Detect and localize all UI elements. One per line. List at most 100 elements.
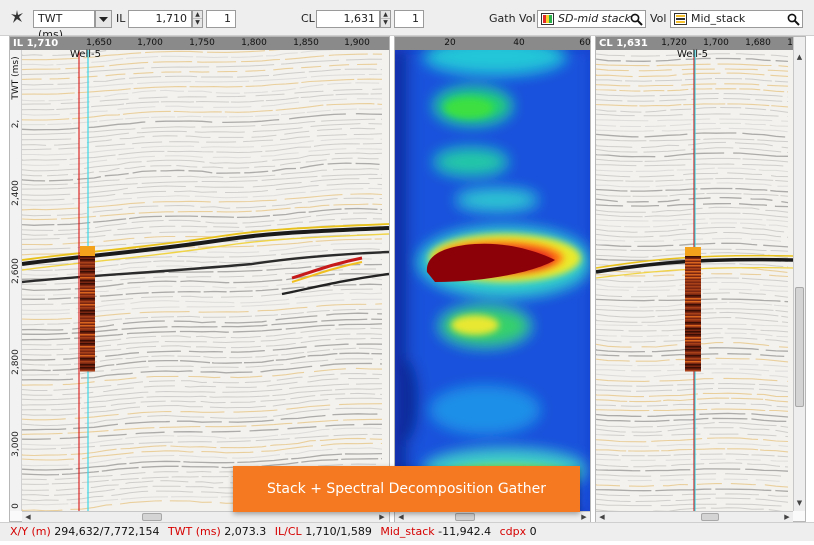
cl-spinner[interactable]: ▲ ▼	[380, 10, 391, 28]
log-band	[685, 280, 701, 282]
log-band	[685, 274, 701, 276]
cl-value-input[interactable]: 1,631	[316, 10, 380, 28]
log-band	[685, 346, 701, 348]
crossline-horizontal-scrollbar[interactable]: ◀ ▶	[596, 511, 793, 522]
gather-tick: 20	[444, 38, 456, 48]
inline-tick: 1,850	[293, 38, 319, 48]
log-band	[685, 343, 701, 345]
il-step-input[interactable]: 1	[206, 10, 236, 28]
seismic-volume-icon	[674, 13, 687, 25]
scroll-left-icon[interactable]: ◀	[395, 512, 407, 522]
inline-axis-header: IL 1,710 1,650 1,700 1,750 1,800 1,850 1…	[10, 37, 389, 50]
log-band	[80, 289, 95, 291]
status-bar: X/Y (m) 294,632/7,772,154 TWT (ms) 2,073…	[0, 522, 814, 541]
time-tick-label: 0	[11, 503, 21, 509]
log-band	[80, 367, 95, 369]
scroll-thumb[interactable]	[142, 513, 162, 521]
spin-up-icon[interactable]: ▲	[381, 11, 390, 19]
log-band	[80, 361, 95, 363]
crossline-tick: 1,680	[745, 38, 771, 48]
log-band	[685, 262, 701, 264]
domain-select[interactable]: TWT (ms)	[33, 10, 95, 41]
well-label: Well-5	[70, 49, 101, 60]
log-band	[685, 268, 701, 270]
search-icon[interactable]	[787, 13, 800, 26]
log-band	[685, 364, 701, 366]
inline-tick: 1,900	[344, 38, 370, 48]
scroll-up-icon[interactable]: ▲	[794, 51, 805, 63]
time-tick-label: 2,800	[11, 349, 21, 375]
spin-up-icon[interactable]: ▲	[193, 11, 202, 19]
log-band	[685, 283, 701, 285]
vol-label: Vol	[650, 12, 667, 25]
il-label: IL	[116, 12, 126, 25]
gath-vol-field[interactable]: SD-mid stack	[537, 10, 646, 28]
log-band	[685, 316, 701, 318]
time-axis-label: TWT (ms)	[11, 56, 21, 100]
log-band	[80, 271, 95, 273]
log-band	[685, 286, 701, 288]
status-xy-key: X/Y (m)	[10, 525, 51, 538]
cl-label: CL	[301, 12, 315, 25]
log-band	[80, 301, 95, 303]
log-band	[80, 283, 95, 285]
scroll-left-icon[interactable]: ◀	[596, 512, 608, 522]
status-twt-key: TWT (ms)	[167, 525, 221, 538]
log-band	[685, 295, 701, 297]
crossline-vertical-scrollbar[interactable]: ▲ ▼	[793, 37, 805, 511]
inline-title: IL 1,710	[13, 38, 59, 49]
spectral-volume-icon	[541, 13, 554, 25]
gather-tick: 40	[513, 38, 525, 48]
time-tick-label: 3,000	[11, 431, 21, 457]
status-ilcl-key: IL/CL	[274, 525, 302, 538]
log-band	[685, 322, 701, 324]
log-band	[80, 328, 95, 330]
log-band	[80, 352, 95, 354]
spin-down-icon[interactable]: ▼	[381, 19, 390, 27]
log-band	[80, 325, 95, 327]
cursor-tool-icon[interactable]	[10, 9, 24, 25]
log-band	[685, 256, 701, 258]
scroll-thumb[interactable]	[455, 513, 475, 521]
inline-seismic-image[interactable]	[22, 50, 389, 511]
crossline-seismic-image[interactable]	[596, 50, 793, 511]
spin-down-icon[interactable]: ▼	[193, 19, 202, 27]
inline-seismic-panel[interactable]: IL 1,710 1,650 1,700 1,750 1,800 1,850 1…	[9, 36, 390, 522]
gather-horizontal-scrollbar[interactable]: ◀ ▶	[395, 511, 590, 522]
log-band	[685, 358, 701, 360]
vol-field[interactable]: Mid_stack	[670, 10, 803, 28]
cl-step-input[interactable]: 1	[394, 10, 424, 28]
scroll-left-icon[interactable]: ◀	[22, 512, 34, 522]
log-band	[80, 337, 95, 339]
log-band	[80, 280, 95, 282]
log-band	[80, 292, 95, 294]
log-band	[80, 304, 95, 306]
scroll-right-icon[interactable]: ▶	[781, 512, 793, 522]
log-band	[80, 370, 95, 372]
scroll-down-icon[interactable]: ▼	[794, 497, 805, 509]
il-spinner[interactable]: ▲ ▼	[192, 10, 203, 28]
log-band	[685, 319, 701, 321]
status-cdpx-key: cdpx	[499, 525, 527, 538]
log-band	[685, 271, 701, 273]
scroll-thumb[interactable]	[795, 287, 804, 407]
search-icon[interactable]	[630, 13, 643, 26]
status-volume-value: -11,942.4	[438, 525, 492, 538]
gath-vol-value: SD-mid stack	[558, 12, 631, 25]
log-band	[80, 256, 95, 258]
il-value-input[interactable]: 1,710	[128, 10, 192, 28]
log-band	[685, 304, 701, 306]
spectral-gather-panel[interactable]: 20 40 60 ◀ ▶	[394, 36, 591, 522]
log-band	[80, 313, 95, 315]
spectral-gather-image[interactable]	[395, 50, 590, 511]
log-band	[685, 307, 701, 309]
scroll-right-icon[interactable]: ▶	[578, 512, 590, 522]
crossline-seismic-panel[interactable]: CL 1,631 1,720 1,700 1,680 1 Well-5 ▲ ▼ …	[595, 36, 806, 522]
log-band	[685, 355, 701, 357]
log-band	[80, 355, 95, 357]
domain-dropdown-button[interactable]	[95, 10, 112, 28]
scroll-thumb[interactable]	[701, 513, 719, 521]
scroll-right-icon[interactable]: ▶	[376, 512, 388, 522]
chevron-down-icon	[99, 17, 108, 22]
inline-horizontal-scrollbar[interactable]: ◀ ▶	[22, 511, 389, 522]
